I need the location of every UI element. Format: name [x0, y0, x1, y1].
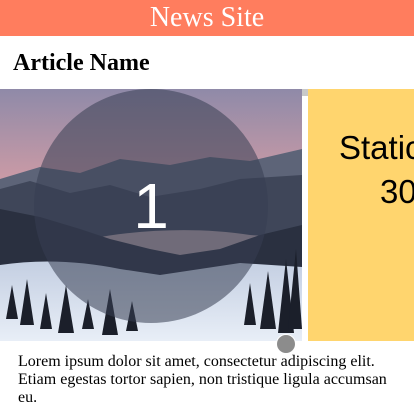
carousel-slide-image[interactable]: 1 — [0, 89, 302, 341]
carousel-slide-static[interactable]: Static 30 — [308, 89, 414, 341]
carousel[interactable]: 1 Static 30 — [0, 89, 414, 341]
site-header: News Site — [0, 0, 414, 36]
carousel-scroll-handle[interactable] — [276, 334, 296, 354]
slide-number: 1 — [133, 170, 169, 242]
article-title: Article Name — [13, 50, 150, 76]
static-slide-label: Static — [339, 129, 414, 166]
static-slide-number: 30 — [380, 173, 414, 210]
article-body: Lorem ipsum dolor sit amet, consectetur … — [18, 353, 387, 406]
site-name: News Site — [149, 2, 265, 33]
